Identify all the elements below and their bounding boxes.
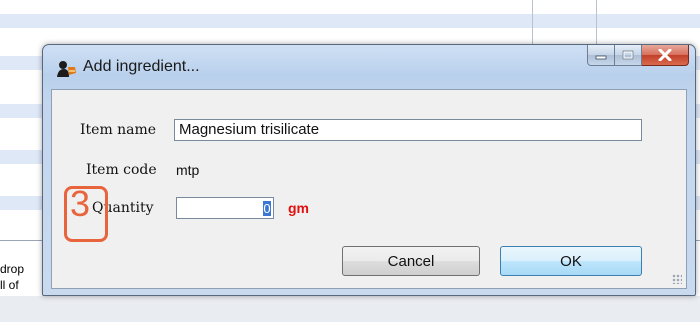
- background-text: ll of: [0, 278, 19, 292]
- dialog-content: Item name Magnesium trisilicate Item cod…: [51, 89, 687, 289]
- quantity-value: 0: [263, 201, 271, 216]
- close-button[interactable]: [642, 45, 689, 66]
- window-controls: [587, 45, 689, 67]
- pharmacy-app-icon: [55, 59, 77, 79]
- add-ingredient-dialog: Add ingredient... Item name Magnesium tr…: [42, 44, 696, 296]
- background-text: drop: [0, 262, 25, 276]
- quantity-unit: gm: [288, 200, 309, 216]
- item-name-field[interactable]: Magnesium trisilicate: [174, 119, 642, 141]
- item-name-value: Magnesium trisilicate: [179, 121, 320, 138]
- cancel-button[interactable]: Cancel: [342, 246, 480, 276]
- quantity-field[interactable]: 0: [176, 197, 274, 219]
- maximize-icon: [622, 50, 634, 60]
- background-footer: [0, 296, 700, 322]
- dialog-title: Add ingredient...: [83, 58, 200, 75]
- ok-button-label: OK: [560, 252, 582, 270]
- ok-button[interactable]: OK: [500, 246, 642, 276]
- item-code-label: Item code: [86, 162, 157, 178]
- table-row: [0, 14, 700, 28]
- item-code-value: mtp: [176, 162, 200, 178]
- dialog-titlebar[interactable]: Add ingredient...: [43, 45, 695, 89]
- minimize-button[interactable]: [587, 45, 615, 66]
- minimize-icon: [595, 55, 607, 60]
- close-icon: [658, 49, 672, 61]
- cancel-button-label: Cancel: [387, 252, 435, 270]
- resize-grip[interactable]: [672, 274, 682, 284]
- annotation-callout-number: 3: [70, 183, 91, 224]
- item-name-label: Item name: [80, 122, 157, 138]
- maximize-button[interactable]: [615, 45, 642, 66]
